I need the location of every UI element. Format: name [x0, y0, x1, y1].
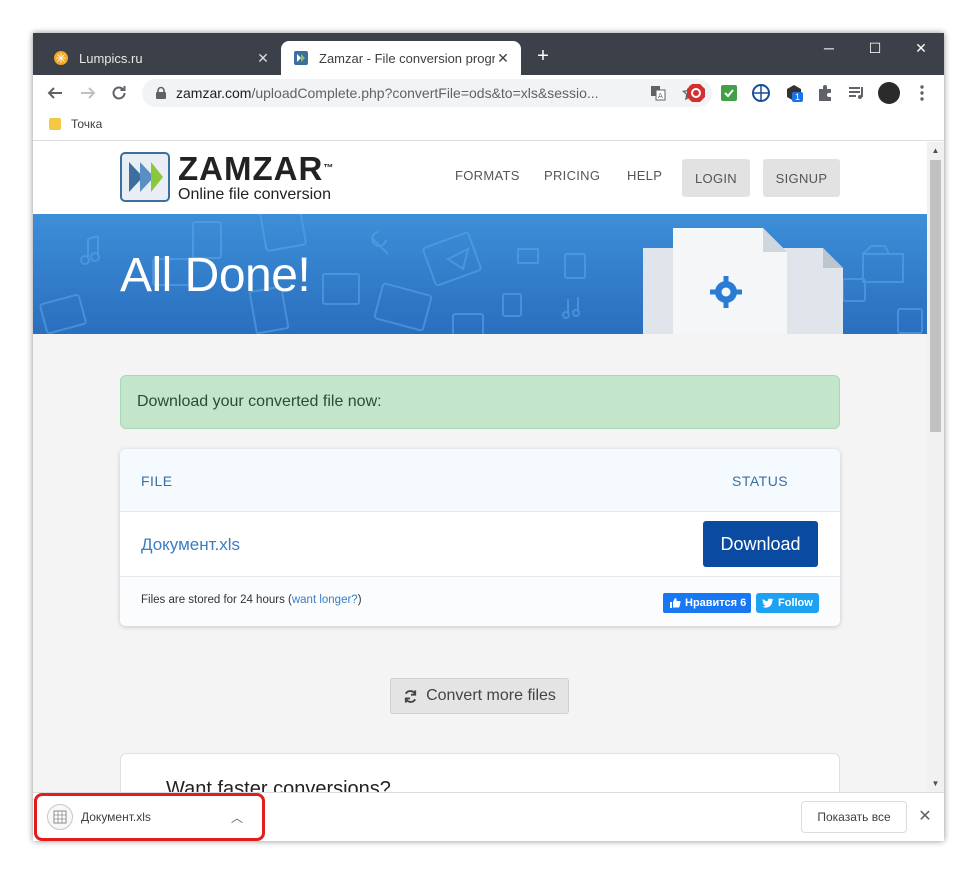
hero-banner: All Done! [33, 214, 927, 334]
scroll-down-arrow-icon[interactable]: ▼ [927, 779, 944, 788]
file-table: FILE STATUS Документ.xls Download Files … [120, 449, 840, 626]
nav-help[interactable]: HELP [627, 168, 662, 183]
new-tab-button[interactable]: + [531, 46, 555, 66]
brand-tagline: Online file conversion [178, 186, 331, 203]
checkmark-extension-icon[interactable] [719, 83, 739, 103]
zamzar-logo-icon[interactable] [120, 152, 170, 202]
highlight-box [34, 793, 265, 841]
want-longer-link[interactable]: want longer? [292, 594, 358, 606]
close-shelf-icon[interactable]: ✕ [915, 807, 935, 827]
refresh-icon [404, 689, 417, 703]
tab-strip: Lumpics.ru ✕ Zamzar - File conversion pr… [33, 33, 944, 75]
folder-icon [49, 118, 61, 130]
url-path: /uploadComplete.php?convertFile=ods&to=x… [251, 85, 599, 101]
globe-extension-icon[interactable] [751, 83, 771, 103]
browser-window: Lumpics.ru ✕ Zamzar - File conversion pr… [33, 33, 944, 841]
window-close-button[interactable]: ✕ [898, 33, 944, 63]
brand-name: ZAMZAR™ [178, 150, 335, 187]
column-status: STATUS [732, 473, 789, 489]
facebook-like-button[interactable]: Нравится 6 [663, 593, 751, 613]
adblock-icon[interactable] [686, 83, 706, 103]
faster-heading: Want faster conversions? [166, 778, 391, 792]
zamzar-favicon-icon [294, 51, 308, 65]
thumbs-up-icon [670, 598, 681, 608]
table-row: Документ.xls Download [120, 512, 840, 577]
twitter-follow-label: Follow [778, 597, 813, 609]
faster-conversions-card: Want faster conversions? [120, 753, 840, 792]
bookmark-label: Точка [71, 117, 103, 131]
table-header: FILE STATUS [120, 449, 840, 512]
reload-icon [112, 86, 126, 100]
minimize-button[interactable]: ─ [806, 33, 852, 63]
tab-zamzar[interactable]: Zamzar - File conversion progress ✕ [281, 41, 521, 75]
scroll-up-arrow-icon[interactable]: ▲ [927, 146, 944, 155]
kebab-menu-icon [920, 85, 924, 101]
box-extension[interactable]: 1 [784, 83, 804, 103]
site-header: ZAMZAR™ Online file conversion FORMATS P… [33, 142, 927, 214]
forward-button[interactable] [76, 81, 100, 105]
url-host: zamzar.com [176, 85, 252, 101]
tab-close-icon[interactable]: ✕ [255, 50, 271, 67]
lumpics-favicon-icon [54, 51, 68, 65]
table-footer: Files are stored for 24 hours (want long… [120, 577, 840, 626]
file-documents-icon [643, 228, 843, 334]
tab-close-icon[interactable]: ✕ [495, 50, 511, 67]
convert-more-label: Convert more files [426, 687, 556, 704]
storage-note: Files are stored for 24 hours (want long… [141, 594, 362, 606]
nav-pricing[interactable]: PRICING [544, 168, 600, 183]
twitter-follow-button[interactable]: Follow [756, 593, 819, 613]
bookmarks-bar: Точка [33, 111, 944, 141]
bookmark-item[interactable]: Точка [49, 117, 102, 131]
file-name-link[interactable]: Документ.xls [141, 535, 240, 555]
page-scrollbar[interactable]: ▲ ▼ [927, 142, 944, 792]
download-button[interactable]: Download [703, 521, 818, 567]
facebook-like-label: Нравится 6 [685, 597, 747, 609]
back-button[interactable] [43, 81, 67, 105]
extension-badge: 1 [792, 92, 804, 102]
svg-text:A: A [658, 92, 663, 100]
tab-lumpics[interactable]: Lumpics.ru ✕ [41, 41, 281, 75]
show-all-button[interactable]: Показать все [801, 801, 907, 833]
reload-button[interactable] [107, 81, 131, 105]
address-bar[interactable]: zamzar.com/uploadComplete.php?convertFil… [142, 79, 712, 107]
login-button[interactable]: LOGIN [682, 159, 750, 197]
puzzle-icon[interactable] [815, 83, 835, 103]
profile-avatar[interactable] [878, 82, 900, 104]
tab-title: Zamzar - File conversion progress [319, 50, 495, 66]
brand[interactable]: ZAMZAR™ Online file conversion [178, 152, 334, 204]
menu-button[interactable] [910, 81, 934, 105]
download-notice: Download your converted file now: [120, 375, 840, 429]
web-page: ZAMZAR™ Online file conversion FORMATS P… [33, 142, 927, 792]
tab-title: Lumpics.ru [79, 50, 143, 66]
scrollbar-thumb[interactable] [930, 160, 941, 432]
hero-title: All Done! [120, 249, 311, 302]
nav-formats[interactable]: FORMATS [455, 168, 520, 183]
lock-icon [156, 86, 166, 99]
column-file: FILE [141, 473, 173, 489]
maximize-button[interactable]: ☐ [852, 33, 898, 63]
url-text: zamzar.com/uploadComplete.php?convertFil… [176, 85, 650, 101]
convert-more-button[interactable]: Convert more files [390, 678, 569, 714]
arrow-left-icon [47, 87, 62, 99]
arrow-right-icon [81, 87, 96, 99]
translate-icon[interactable]: A [650, 85, 666, 101]
browser-toolbar: zamzar.com/uploadComplete.php?convertFil… [33, 75, 944, 111]
media-queue-icon[interactable] [847, 83, 867, 103]
download-shelf: Документ.xls ︿ Показать все ✕ [33, 792, 944, 841]
download-item[interactable]: Документ.xls ︿ [34, 793, 265, 841]
twitter-bird-icon [762, 598, 774, 608]
signup-button[interactable]: SIGNUP [763, 159, 840, 197]
